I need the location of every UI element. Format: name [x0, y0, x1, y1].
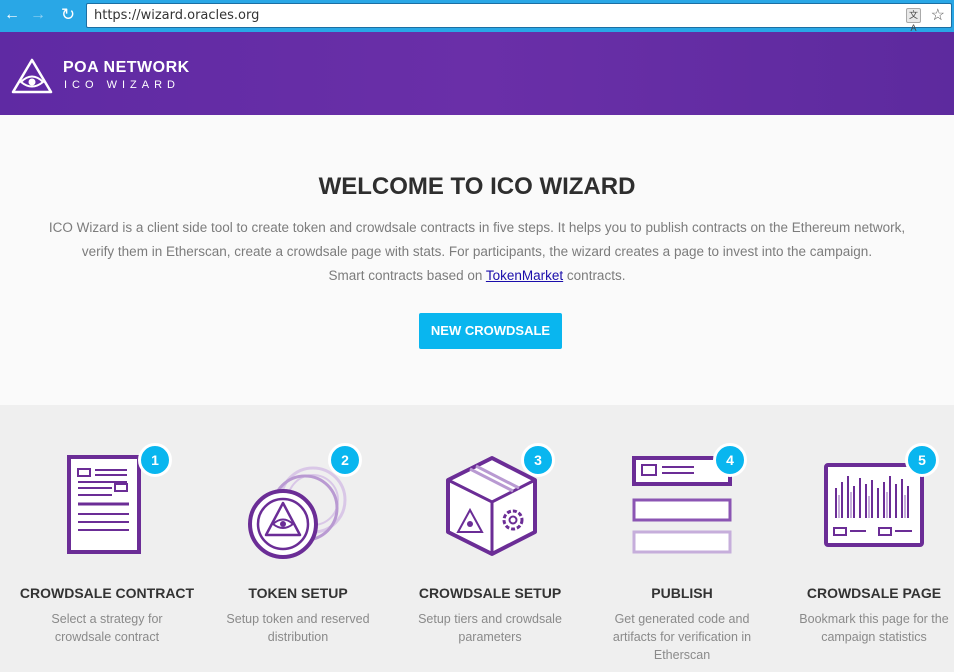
poa-eye-triangle-logo-icon[interactable] — [10, 57, 54, 95]
url-text[interactable]: https://wizard.oracles.org — [94, 8, 259, 23]
back-arrow-icon[interactable]: ← — [2, 5, 22, 25]
brand-title[interactable]: POA NETWORK — [63, 59, 190, 77]
step-description: Bookmark this page for the campaign stat… — [799, 612, 949, 644]
brand-subtitle: ICO WIZARD — [64, 79, 180, 91]
tokenmarket-link[interactable]: TokenMarket — [486, 268, 563, 283]
bookmark-star-icon[interactable]: ☆ — [931, 5, 945, 25]
step-crowdsale-contract: 1 CROWDSALE CONTRACT Select a strategy f… — [12, 405, 202, 672]
step-description: Get generated code and artifacts for ver… — [612, 612, 752, 662]
hero-desc-line-3: Smart contracts based on TokenMarket con… — [20, 264, 934, 288]
hero-section: WELCOME TO ICO WIZARD ICO Wizard is a cl… — [0, 115, 954, 405]
forward-arrow-icon[interactable]: → — [28, 5, 48, 25]
step-title: CROWDSALE SETUP — [418, 585, 562, 601]
step-number-badge: 2 — [328, 443, 362, 477]
hero-desc-prefix: Smart contracts based on — [328, 268, 486, 283]
browser-toolbar: ← → ↻ https://wizard.oracles.org 文A ☆ — [0, 0, 954, 33]
step-description: Setup tiers and crowdsale parameters — [418, 612, 562, 644]
step-title: CROWDSALE PAGE — [806, 585, 942, 601]
step-title: PUBLISH — [651, 585, 713, 601]
step-token-setup: 2 TOKEN SETUP Setup token and reserved d… — [203, 405, 393, 672]
steps-section: 1 CROWDSALE CONTRACT Select a strategy f… — [0, 405, 954, 672]
step-number-badge: 5 — [905, 443, 939, 477]
page-title: WELCOME TO ICO WIZARD — [318, 173, 636, 200]
translate-icon[interactable]: 文A — [906, 8, 921, 33]
address-bar[interactable]: https://wizard.oracles.org 文A ☆ — [86, 3, 952, 33]
step-publish: 4 PUBLISH Get generated code and artifac… — [587, 405, 777, 672]
step-title: TOKEN SETUP — [248, 585, 348, 601]
hero-description: ICO Wizard is a client side tool to crea… — [20, 216, 934, 288]
step-crowdsale-setup: 3 CROWDSALE SETUP Setup tiers and crowds… — [395, 405, 585, 672]
site-header: POA NETWORK ICO WIZARD — [0, 32, 954, 115]
step-description: Select a strategy for crowdsale contract — [51, 612, 163, 644]
reload-icon[interactable]: ↻ — [58, 5, 78, 25]
step-number-badge: 3 — [521, 443, 555, 477]
hero-desc-line-2: verify them in Etherscan, create a crowd… — [81, 244, 873, 259]
step-title: CROWDSALE CONTRACT — [19, 585, 195, 601]
hero-desc-line-1: ICO Wizard is a client side tool to crea… — [48, 220, 906, 235]
step-description: Setup token and reserved distribution — [226, 612, 370, 644]
step-number-badge: 4 — [713, 443, 747, 477]
new-crowdsale-button[interactable]: NEW CROWDSALE — [419, 313, 562, 349]
step-number-badge: 1 — [138, 443, 172, 477]
step-crowdsale-page: 5 CROWDSALE PAGE Bookmark this page for … — [779, 405, 954, 672]
hero-desc-suffix: contracts. — [563, 268, 626, 283]
